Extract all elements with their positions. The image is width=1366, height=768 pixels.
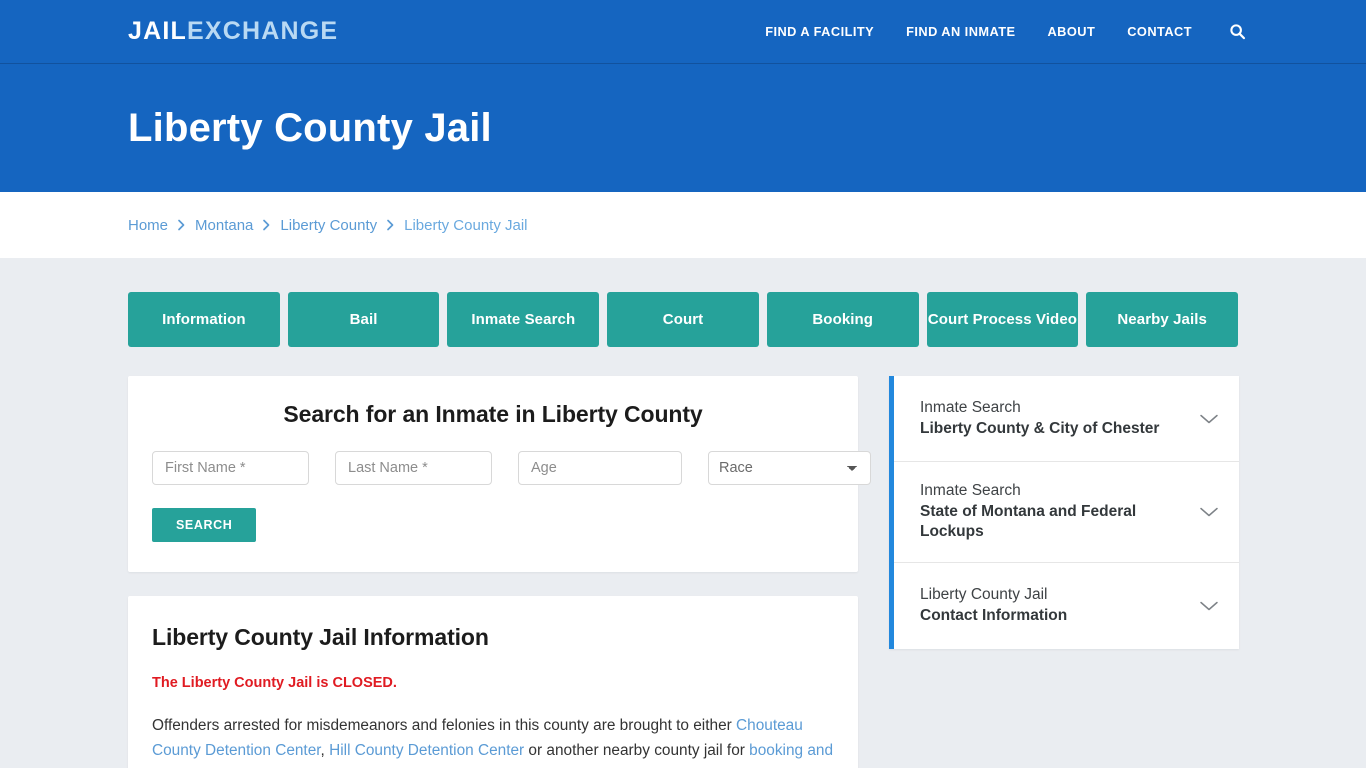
age-input[interactable] [518, 451, 682, 485]
sidebar-column: Inmate Search Liberty County & City of C… [889, 376, 1239, 649]
closed-notice: The Liberty County Jail is CLOSED. [152, 675, 397, 691]
accordion-text: Inmate Search Liberty County & City of C… [920, 398, 1189, 439]
last-name-input[interactable] [335, 451, 492, 485]
accordion-text: Liberty County Jail Contact Information [920, 585, 1189, 626]
accordion-line-1: Liberty County Jail [920, 586, 1048, 604]
nav-item-find-an-inmate[interactable]: FIND AN INMATE [906, 24, 1015, 39]
accordion-line-2: State of Montana and Federal Lockups [920, 502, 1137, 541]
section-tabs: Information Bail Inmate Search Court Boo… [128, 292, 1239, 347]
page-title: Liberty County Jail [128, 106, 492, 150]
sidebar-accordion: Inmate Search Liberty County & City of C… [889, 376, 1239, 649]
chevron-right-icon [386, 219, 395, 231]
breadcrumb-item-current: Liberty County Jail [404, 216, 528, 234]
breadcrumb: Home Montana Liberty County Liberty Coun… [128, 217, 528, 234]
paragraph-text: , [320, 741, 330, 759]
accordion-line-1: Inmate Search [920, 398, 1021, 416]
search-icon[interactable] [1229, 23, 1246, 40]
chevron-down-icon[interactable] [1199, 413, 1219, 425]
tab-information[interactable]: Information [128, 292, 280, 347]
nav-item-contact[interactable]: CONTACT [1127, 24, 1192, 39]
race-select[interactable]: Race [708, 451, 871, 485]
main-navigation: FIND A FACILITY FIND AN INMATE ABOUT CON… [765, 23, 1246, 40]
tab-bail[interactable]: Bail [287, 292, 440, 347]
paragraph-text: or another nearby county jail for [524, 741, 750, 759]
accordion-line-1: Inmate Search [920, 482, 1021, 499]
link-hill-county-detention-center[interactable]: Hill County Detention Center [329, 742, 524, 759]
accordion-text: Inmate Search State of Montana and Feder… [920, 481, 1189, 543]
page-title-band: Liberty County Jail [0, 64, 1366, 192]
logo-text-secondary: EXCHANGE [186, 17, 339, 45]
paragraph-text: Offenders arrested for misdemeanors and … [152, 717, 737, 734]
page-body: Information Bail Inmate Search Court Boo… [0, 258, 1366, 768]
accordion-line-2: Contact Information [920, 606, 1068, 624]
accordion-line-2: Liberty County & City of Chester [920, 419, 1160, 437]
main-column: Search for an Inmate in Liberty County R… [128, 376, 871, 768]
chevron-down-icon[interactable] [1199, 600, 1219, 612]
logo-text-primary: JAIL [128, 17, 187, 45]
site-header: JAILEXCHANGE FIND A FACILITY FIND AN INM… [0, 0, 1366, 64]
tab-court-process-video[interactable]: Court Process Video [926, 292, 1079, 347]
sidebar-item-contact-information[interactable]: Liberty County Jail Contact Information [894, 563, 1239, 649]
information-title: Liberty County Jail Information [152, 624, 489, 650]
breadcrumb-item-home[interactable]: Home [128, 217, 168, 234]
nav-item-about[interactable]: ABOUT [1047, 24, 1095, 39]
jail-information-card: Liberty County Jail Information The Libe… [128, 596, 858, 768]
sidebar-item-inmate-search-county[interactable]: Inmate Search Liberty County & City of C… [894, 376, 1239, 462]
content-columns: Search for an Inmate in Liberty County R… [128, 376, 1239, 768]
inmate-search-form: Race [152, 451, 871, 485]
breadcrumb-band: Home Montana Liberty County Liberty Coun… [0, 192, 1366, 258]
tab-inmate-search[interactable]: Inmate Search [447, 292, 600, 347]
nav-item-find-a-facility[interactable]: FIND A FACILITY [765, 24, 874, 39]
inmate-search-heading: Search for an Inmate in Liberty County [283, 401, 703, 427]
chevron-right-icon [177, 219, 186, 231]
chevron-down-icon[interactable] [1199, 506, 1219, 518]
information-paragraph: Offenders arrested for misdemeanors and … [152, 714, 834, 768]
sidebar-item-inmate-search-state[interactable]: Inmate Search State of Montana and Feder… [894, 462, 1239, 563]
inmate-search-card: Search for an Inmate in Liberty County R… [128, 376, 871, 572]
site-logo[interactable]: JAILEXCHANGE [128, 19, 338, 44]
tab-nearby-jails[interactable]: Nearby Jails [1086, 292, 1239, 347]
search-submit-button[interactable]: SEARCH [152, 508, 257, 542]
tab-court[interactable]: Court [607, 292, 759, 347]
chevron-right-icon [262, 219, 271, 231]
tab-booking[interactable]: Booking [766, 292, 919, 347]
first-name-input[interactable] [152, 451, 309, 485]
breadcrumb-item-montana[interactable]: Montana [195, 217, 253, 234]
breadcrumb-item-liberty-county[interactable]: Liberty County [280, 217, 377, 234]
